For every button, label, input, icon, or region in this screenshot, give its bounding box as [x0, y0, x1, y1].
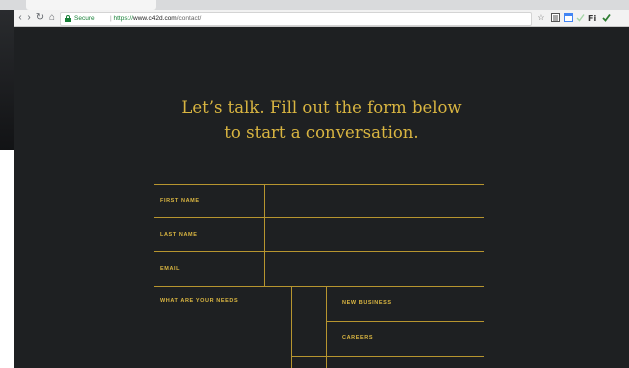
tab-strip	[0, 0, 629, 10]
check-extension-icon[interactable]	[575, 13, 585, 23]
browser-toolbar: ‹ › ↻ ⌂ Secure | https://www.c42d.com/co…	[14, 10, 629, 27]
first-name-label: FIRST NAME	[160, 198, 200, 204]
url-path: /contact/	[176, 15, 202, 22]
page-headline: Let’s talk. Fill out the form below to s…	[14, 95, 629, 145]
first-name-input[interactable]	[265, 185, 484, 217]
form-rule	[326, 321, 484, 322]
menu-extension-icon[interactable]	[550, 13, 560, 23]
contact-form: FIRST NAME LAST NAME EMAIL WHAT ARE YOUR…	[154, 184, 484, 368]
font-extension-icon[interactable]: Fi	[588, 13, 598, 23]
email-input[interactable]	[265, 252, 484, 286]
last-name-input[interactable]	[265, 218, 484, 251]
browser-tab[interactable]	[26, 0, 156, 10]
headline-line-1: Let’s talk. Fill out the form below	[181, 98, 462, 117]
secure-label: Secure	[74, 15, 95, 22]
careers-option[interactable]: CAREERS	[342, 334, 373, 342]
bookmark-star-icon[interactable]: ☆	[536, 13, 546, 23]
desktop-edge	[0, 0, 14, 368]
headline-line-2: to start a conversation.	[224, 123, 419, 142]
last-name-label: LAST NAME	[160, 232, 198, 238]
checkbox-divider	[326, 286, 327, 368]
lock-icon	[65, 15, 71, 22]
desktop-background	[0, 0, 14, 150]
address-bar[interactable]: Secure | https://www.c42d.com/contact/	[60, 12, 532, 26]
url-prefix: https://	[113, 15, 134, 22]
new-business-checkbox[interactable]	[292, 287, 326, 321]
needs-label: WHAT ARE YOUR NEEDS	[160, 298, 239, 304]
svg-text:Fi: Fi	[588, 14, 596, 22]
home-button[interactable]: ⌂	[46, 12, 58, 24]
contact-page: Let’s talk. Fill out the form below to s…	[14, 27, 629, 368]
calendar-extension-icon[interactable]	[563, 13, 573, 23]
form-rule	[291, 356, 484, 357]
email-label: EMAIL	[160, 266, 181, 272]
url-host: www.c42d.com	[133, 15, 177, 22]
done-extension-icon[interactable]	[601, 13, 611, 23]
careers-checkbox[interactable]	[292, 322, 326, 356]
reload-button[interactable]: ↻	[34, 12, 46, 24]
new-business-option[interactable]: NEW BUSINESS	[342, 299, 392, 307]
url-text: | https://www.c42d.com/contact/	[110, 14, 201, 24]
